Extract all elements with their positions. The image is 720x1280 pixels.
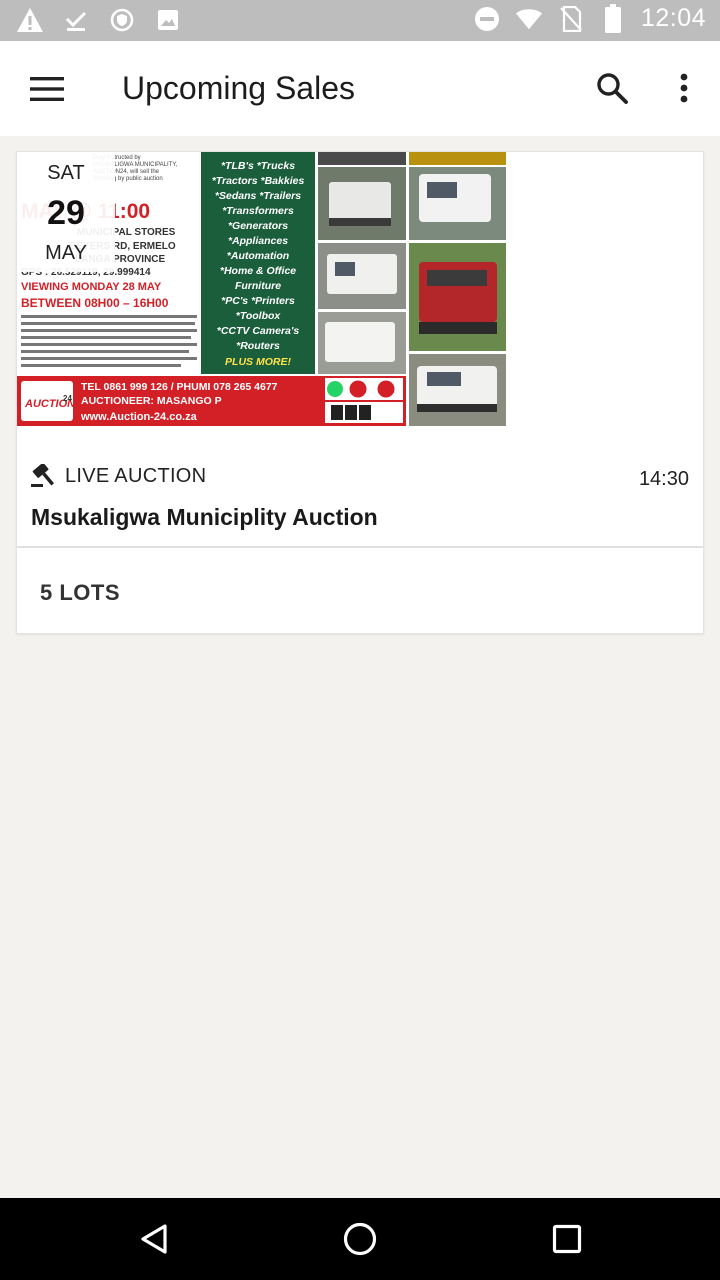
- more-options-button[interactable]: [662, 66, 706, 110]
- poster-auctioneer: AUCTIONEER: MASANGO P: [81, 395, 222, 407]
- home-button[interactable]: [335, 1214, 385, 1264]
- search-button[interactable]: [590, 66, 634, 110]
- back-icon: [141, 1224, 167, 1254]
- poster-item-2: *Tractors *Bakkies: [212, 175, 305, 187]
- gavel-icon: [31, 464, 55, 487]
- poster-item-3: *Sedans *Trailers: [215, 190, 301, 202]
- menu-button[interactable]: [26, 68, 68, 110]
- recents-button[interactable]: [542, 1214, 592, 1264]
- whatsapp-logo: [327, 381, 343, 397]
- auction-card[interactable]: Duly instructed by MSUKALIGWA MUNICIPALIT…: [16, 151, 704, 634]
- page-title: Upcoming Sales: [122, 70, 355, 106]
- recents-icon: [552, 1224, 582, 1254]
- poster-item-6: *Appliances: [228, 235, 288, 247]
- poster-item-11: *Toolbox: [236, 310, 282, 322]
- poster-item-8: *Home & Office: [220, 265, 296, 277]
- poster-viewing-hours: BETWEEN 08H00 – 16H00: [21, 296, 169, 310]
- poster-item-12: *CCTV Camera's: [217, 325, 300, 337]
- lots-label: 5 LOTS: [40, 580, 121, 605]
- back-button[interactable]: [129, 1214, 179, 1264]
- status-bar: 12:04: [0, 0, 720, 41]
- poster-item-4: *Transformers: [222, 205, 294, 217]
- auction-time: 14:30: [638, 468, 689, 490]
- poster-viewing: VIEWING MONDAY 28 MAY: [21, 281, 162, 293]
- auction-type: LIVE AUCTION: [31, 464, 206, 488]
- poster-item-5: *Generators: [228, 220, 288, 232]
- image-icon: [154, 6, 182, 34]
- sale-date-badge: SAT 29 MAY: [17, 152, 115, 272]
- sale-month: MAY: [45, 242, 87, 264]
- more-vert-icon: [680, 73, 688, 103]
- clock: 12:04: [640, 4, 706, 32]
- search-icon: [597, 73, 628, 104]
- home-icon: [343, 1222, 377, 1256]
- poster-logo-num: 24: [63, 394, 72, 403]
- auction-title: Msukaligwa Municiplity Auction: [31, 504, 378, 530]
- poster-item-13: *Routers: [236, 340, 280, 352]
- poster-item-10: *PC's *Printers: [221, 295, 295, 307]
- menu-icon: [30, 77, 64, 101]
- battery-icon: [599, 3, 627, 33]
- poster-website: www.Auction-24.co.za: [80, 411, 198, 423]
- poster-item-14: PLUS MORE!: [225, 356, 291, 368]
- poster-item-1: *TLB's *Trucks: [221, 160, 295, 172]
- poster-item-7: *Automation: [227, 250, 289, 262]
- navigation-bar: [0, 1198, 720, 1280]
- warning-icon: [16, 6, 44, 34]
- app-bar: Upcoming Sales: [0, 41, 720, 136]
- sale-day-of-week: SAT: [47, 162, 85, 184]
- do-not-disturb-icon: [473, 5, 501, 33]
- auction-poster-image: Duly instructed by MSUKALIGWA MUNICIPALIT…: [17, 152, 506, 426]
- lots-button[interactable]: 5 LOTS: [17, 548, 703, 634]
- auction-type-label: LIVE AUCTION: [65, 464, 207, 487]
- sale-day: 29: [47, 194, 85, 232]
- download-done-icon: [62, 6, 90, 34]
- shield-icon: [108, 6, 136, 34]
- wifi-icon: [515, 5, 543, 33]
- poster-contact: TEL 0861 999 126 / PHUMI 078 265 4677: [81, 381, 278, 393]
- poster-item-9: Furniture: [235, 280, 281, 292]
- no-sim-icon: [557, 5, 585, 33]
